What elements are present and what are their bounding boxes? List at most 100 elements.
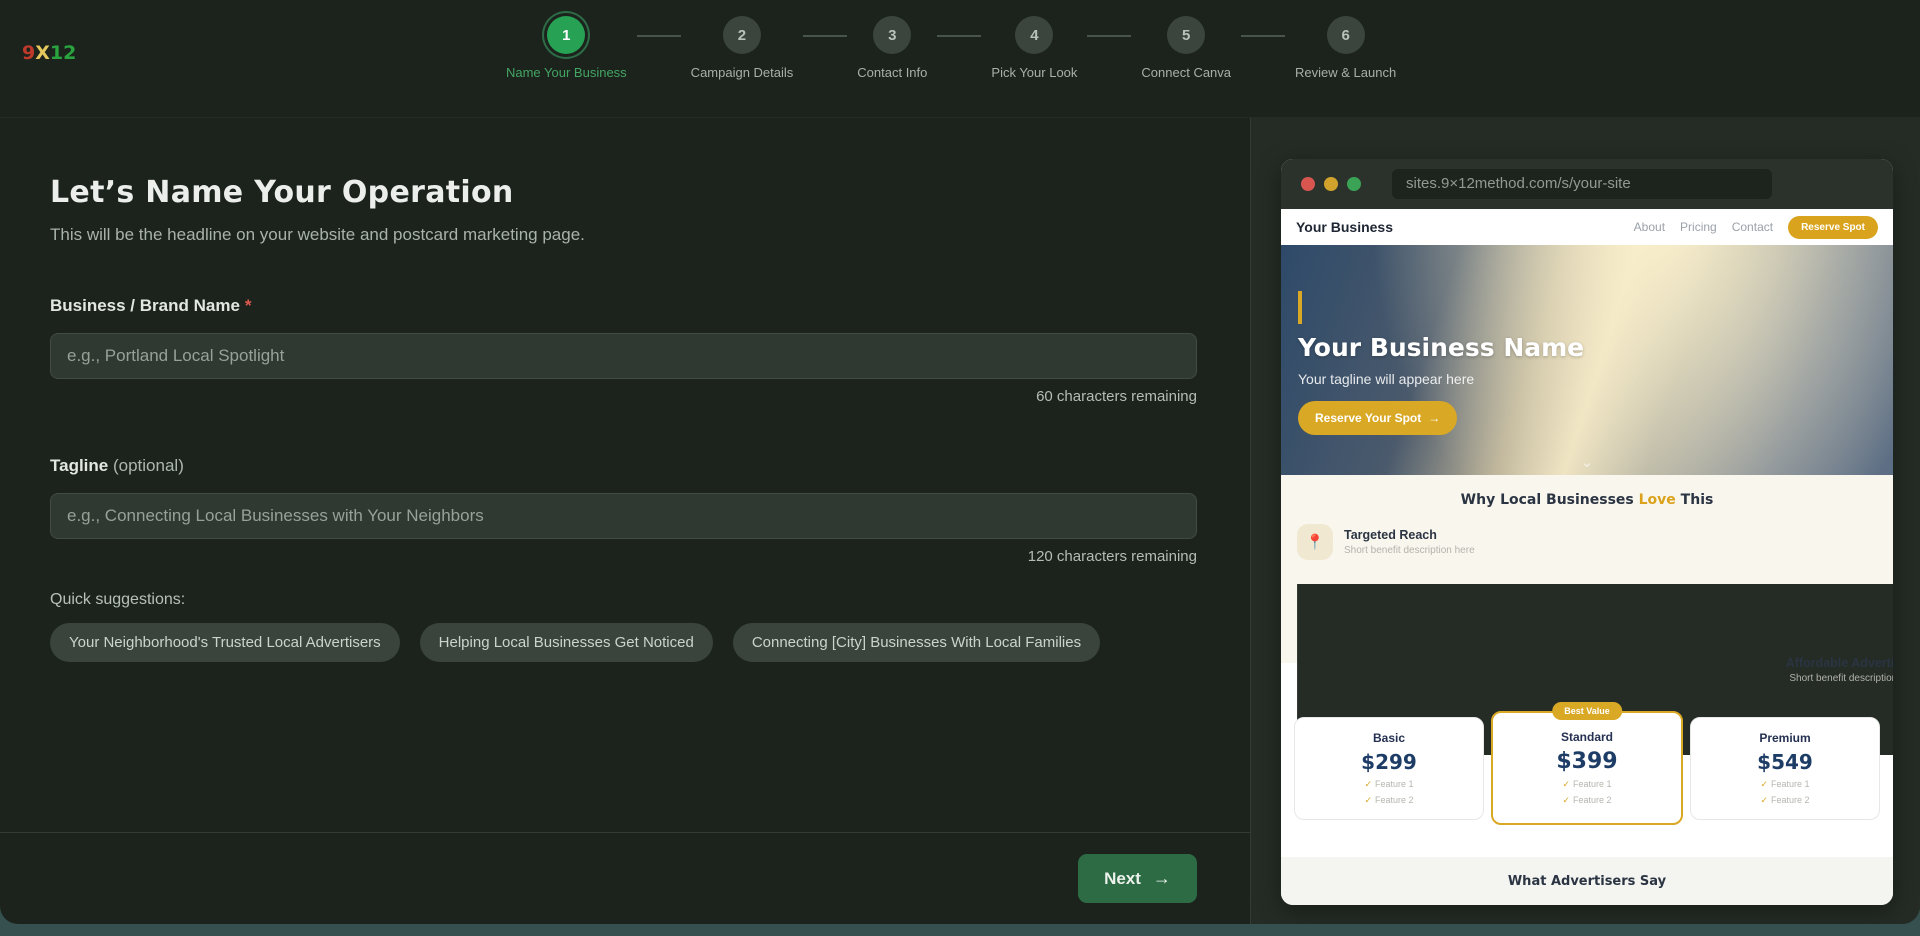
suggestion-chip[interactable]: Connecting [City] Businesses With Local … — [733, 623, 1100, 662]
tier-feature-text: Feature 1 — [1573, 779, 1612, 789]
quick-suggestions-label: Quick suggestions: — [50, 591, 1197, 609]
traffic-light-green-icon — [1347, 177, 1361, 191]
business-name-label: Business / Brand Name * — [50, 296, 1197, 316]
step-review-launch[interactable]: 6 Review & Launch — [1295, 16, 1396, 80]
step-4-label: Pick Your Look — [991, 65, 1077, 80]
suggestion-chip[interactable]: Your Neighborhood's Trusted Local Advert… — [50, 623, 400, 662]
check-icon: ✓ — [1760, 779, 1768, 789]
tagline-label-text: Tagline — [50, 456, 108, 475]
preview-site-nav: Your Business About Pricing Contact Rese… — [1281, 209, 1893, 245]
tier-feature-text: Feature 2 — [1375, 795, 1414, 805]
tier-price: $549 — [1697, 750, 1873, 774]
tier-feature: ✓Feature 1 — [1499, 779, 1675, 790]
step-contact-info[interactable]: 3 Contact Info — [857, 16, 927, 80]
tier-name: Standard — [1499, 730, 1675, 744]
pricing-card-premium: Premium $549 ✓Feature 1 ✓Feature 2 — [1690, 717, 1880, 820]
preview-testimonials-section: What Advertisers Say — [1281, 857, 1893, 905]
logo-x: X — [35, 42, 50, 64]
tier-feature-text: Feature 1 — [1771, 779, 1810, 789]
check-icon: ✓ — [1562, 779, 1570, 789]
logo-12: 12 — [50, 42, 76, 64]
features-heading-pre: Why Local Businesses — [1461, 492, 1639, 508]
step-connect-canva[interactable]: 5 Connect Canva — [1141, 16, 1231, 80]
step-pick-your-look[interactable]: 4 Pick Your Look — [991, 16, 1077, 80]
tier-feature: ✓Feature 1 — [1697, 779, 1873, 790]
step-3-label: Contact Info — [857, 65, 927, 80]
preview-tagline-text: Your tagline will appear here — [1298, 371, 1893, 387]
app-logo: 9X12 — [22, 42, 76, 64]
tier-price: $299 — [1301, 750, 1477, 774]
preview-nav-pricing: Pricing — [1680, 220, 1717, 234]
preview-brand-name: Your Business — [1296, 219, 1393, 235]
preview-nav-contact: Contact — [1732, 220, 1773, 234]
step-connector — [803, 35, 847, 37]
tier-feature: ✓Feature 2 — [1697, 795, 1873, 806]
step-2-circle: 2 — [723, 16, 761, 54]
step-connector — [637, 35, 681, 37]
pricing-card-standard: Best Value Standard $399 ✓Feature 1 ✓Fea… — [1491, 711, 1683, 825]
wizard-app: 9X12 1 Name Your Business 2 Campaign Det… — [0, 0, 1920, 924]
traffic-light-yellow-icon — [1324, 177, 1338, 191]
form-footer: Next → — [0, 832, 1250, 924]
features-heading-post: This — [1676, 492, 1714, 508]
preview-panel: sites.9×12method.com/s/your-site Your Bu… — [1250, 118, 1920, 924]
testimonials-heading: What Advertisers Say — [1508, 874, 1666, 889]
browser-mockup: sites.9×12method.com/s/your-site Your Bu… — [1281, 159, 1893, 905]
tier-feature: ✓Feature 2 — [1499, 795, 1675, 806]
business-name-counter: 60 characters remaining — [50, 388, 1197, 405]
arrow-right-icon: → — [1153, 868, 1171, 889]
feature-description: Short benefit description here — [1344, 545, 1475, 556]
tier-feature: ✓Feature 1 — [1301, 779, 1477, 790]
check-icon: ✓ — [1760, 795, 1768, 805]
preview-business-name: Your Business Name — [1298, 245, 1893, 362]
preview-hero-section: Your Business Name Your tagline will app… — [1281, 245, 1893, 475]
step-connector — [1241, 35, 1285, 37]
tagline-counter: 120 characters remaining — [50, 548, 1197, 565]
page-subtitle: This will be the headline on your websit… — [50, 225, 1197, 245]
page-title: Let’s Name Your Operation — [50, 175, 1197, 210]
stepper: 1 Name Your Business 2 Campaign Details … — [506, 16, 1396, 80]
suggestion-chips: Your Neighborhood's Trusted Local Advert… — [50, 623, 1197, 662]
step-connector — [1087, 35, 1131, 37]
required-asterisk: * — [245, 296, 252, 315]
best-value-badge: Best Value — [1552, 702, 1622, 720]
browser-chrome-bar: sites.9×12method.com/s/your-site — [1281, 159, 1893, 209]
business-name-label-text: Business / Brand Name — [50, 296, 240, 315]
tier-feature-text: Feature 1 — [1375, 779, 1414, 789]
step-3-circle: 3 — [873, 16, 911, 54]
url-bar: sites.9×12method.com/s/your-site — [1392, 169, 1772, 199]
pin-icon: 📍 — [1297, 524, 1333, 560]
step-1-circle: 1 — [547, 16, 585, 54]
feature-name: Affordable Advertising — [1786, 656, 1893, 670]
chevron-down-icon: ⌄ — [1581, 453, 1594, 471]
preview-nav-about: About — [1634, 220, 1665, 234]
business-name-input[interactable] — [50, 333, 1197, 379]
arrow-right-icon: → — [1428, 411, 1440, 425]
tagline-input[interactable] — [50, 493, 1197, 539]
step-6-label: Review & Launch — [1295, 65, 1396, 80]
step-campaign-details[interactable]: 2 Campaign Details — [691, 16, 794, 80]
feature-name: Targeted Reach — [1344, 528, 1475, 542]
logo-9: 9 — [22, 42, 35, 64]
tier-price: $399 — [1499, 749, 1675, 774]
step-5-circle: 5 — [1167, 16, 1205, 54]
features-heading: Why Local Businesses Love This — [1297, 492, 1877, 508]
preview-reserve-spot-button: Reserve Spot — [1788, 216, 1878, 239]
check-icon: ✓ — [1364, 779, 1372, 789]
next-button-label: Next — [1104, 869, 1141, 889]
tagline-label: Tagline (optional) — [50, 456, 1197, 476]
pricing-card-basic: Basic $299 ✓Feature 1 ✓Feature 2 — [1294, 717, 1484, 820]
tier-feature-text: Feature 2 — [1573, 795, 1612, 805]
tier-feature-text: Feature 2 — [1771, 795, 1810, 805]
suggestion-chip[interactable]: Helping Local Businesses Get Noticed — [420, 623, 713, 662]
preview-features-section: Why Local Businesses Love This 📍 Targete… — [1281, 475, 1893, 663]
step-6-circle: 6 — [1327, 16, 1365, 54]
step-1-label: Name Your Business — [506, 65, 627, 80]
step-connector — [937, 35, 981, 37]
features-heading-accent: Love — [1639, 492, 1676, 508]
next-button[interactable]: Next → — [1078, 854, 1197, 903]
step-name-your-business[interactable]: 1 Name Your Business — [506, 16, 627, 80]
traffic-light-red-icon — [1301, 177, 1315, 191]
tier-name: Basic — [1301, 731, 1477, 745]
step-5-label: Connect Canva — [1141, 65, 1231, 80]
